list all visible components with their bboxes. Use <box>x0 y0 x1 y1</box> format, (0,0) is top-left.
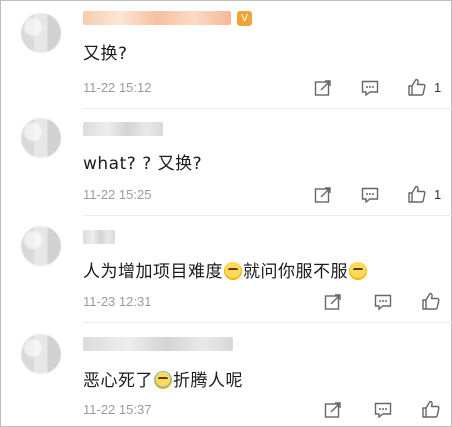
comment-text: 又换? <box>83 39 128 64</box>
username[interactable] <box>83 122 163 136</box>
comment-icon[interactable] <box>373 292 393 312</box>
tears-of-joy-emoji-icon <box>154 371 172 389</box>
comment-icon[interactable] <box>360 78 380 98</box>
laughing-emoji-icon <box>224 262 242 280</box>
comment-text-part: 人为增加项目难度 <box>83 262 223 282</box>
badge-icon: V <box>237 11 252 26</box>
like-count: 1 <box>434 187 442 202</box>
share-icon[interactable] <box>323 400 343 420</box>
share-icon[interactable] <box>323 292 343 312</box>
comment-text-part: 折腾人呢 <box>173 371 243 391</box>
comment-time: 11-22 15:12 <box>83 80 152 95</box>
divider <box>83 215 452 216</box>
comment-text-part: what? ? 又换? <box>83 154 203 174</box>
thumbs-up-icon[interactable] <box>407 184 427 204</box>
avatar[interactable] <box>21 334 61 374</box>
avatar[interactable] <box>21 226 61 266</box>
username[interactable] <box>83 337 233 351</box>
avatar[interactable] <box>21 13 61 53</box>
comment-time: 11-23 12:31 <box>83 294 152 309</box>
username[interactable] <box>83 11 231 25</box>
share-icon[interactable] <box>313 78 333 98</box>
thumbs-up-icon[interactable] <box>407 77 427 97</box>
like-count: 1 <box>434 80 442 95</box>
divider <box>83 322 452 323</box>
sunglasses-emoji-icon <box>349 262 367 280</box>
comment-icon[interactable] <box>360 185 380 205</box>
comment-text-part: 又换? <box>83 44 128 64</box>
comment-text: what? ? 又换? <box>83 149 202 174</box>
comment-text: 恶心死了 折腾人呢 <box>83 366 243 391</box>
comment-time: 11-22 15:37 <box>83 402 152 417</box>
share-icon[interactable] <box>313 185 333 205</box>
avatar[interactable] <box>21 118 61 158</box>
comments-panel: V 又换? 11-22 15:12 1 what? ? 又换? 11-22 15… <box>0 0 452 427</box>
thumbs-up-icon[interactable] <box>421 399 441 419</box>
thumbs-up-icon[interactable] <box>421 291 441 311</box>
comment-text: 人为增加项目难度 就问你服不服 <box>83 257 368 282</box>
comment-time: 11-22 15:25 <box>83 187 152 202</box>
divider <box>83 108 452 109</box>
comment-icon[interactable] <box>373 400 393 420</box>
comment-text-part: 恶心死了 <box>83 371 153 391</box>
comment-text-part: 就问你服不服 <box>243 262 348 282</box>
username[interactable] <box>83 230 115 244</box>
